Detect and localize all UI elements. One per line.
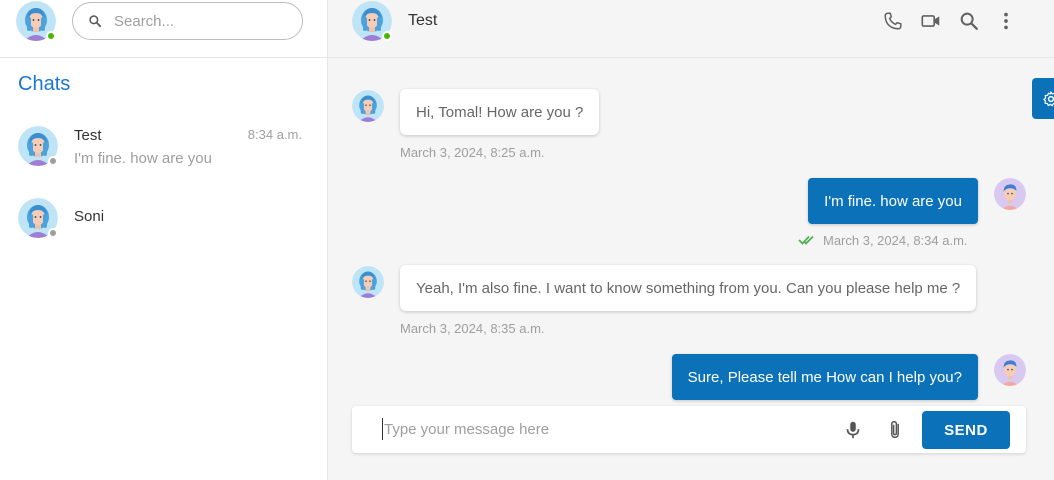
paperclip-icon	[891, 421, 899, 439]
offline-status-dot	[48, 228, 58, 238]
message-text: Yeah, I'm also fine. I want to know some…	[416, 279, 961, 297]
my-avatar	[994, 354, 1026, 386]
online-status-dot	[46, 31, 56, 41]
send-button[interactable]: SEND	[922, 411, 1010, 449]
avatar-image	[352, 266, 384, 298]
microphone-icon	[846, 421, 860, 439]
chat-contact-name: Test	[74, 127, 102, 144]
chat-sidebar: Chats Test I'm fine. how are you 8:34 a.…	[0, 0, 328, 480]
avatar-image	[352, 90, 384, 122]
double-check-read-icon	[798, 235, 814, 245]
search-icon	[89, 15, 102, 28]
video-call-button[interactable]	[919, 9, 943, 33]
chat-list-item-test[interactable]: Test I'm fine. how are you 8:34 a.m.	[0, 120, 327, 180]
online-status-dot	[382, 31, 392, 41]
message-bubble-outgoing: I'm fine. how are you	[808, 178, 978, 224]
contact-avatar	[18, 126, 58, 166]
chat-timestamp: 8:34 a.m.	[247, 127, 302, 142]
search-input[interactable]	[114, 12, 284, 30]
offline-status-dot	[48, 156, 58, 166]
contact-avatar	[18, 198, 58, 238]
contact-avatar[interactable]	[352, 1, 392, 41]
message-bubble-incoming: Hi, Tomal! How are you ?	[400, 89, 600, 135]
attach-file-button[interactable]	[884, 419, 906, 441]
chat-panel: Test Hi, Tomal! How are you ? March 3, 2…	[328, 0, 1054, 480]
sender-avatar	[352, 90, 384, 122]
chat-list-item-soni[interactable]: Soni	[0, 192, 327, 252]
chats-heading: Chats	[18, 73, 71, 95]
contact-name: Test	[408, 12, 438, 29]
more-vert-icon	[1004, 12, 1008, 30]
message-bubble-outgoing: Sure, Please tell me How can I help you?	[671, 354, 978, 400]
voice-call-button[interactable]	[881, 9, 905, 33]
chat-header: Test	[328, 0, 1054, 58]
gear-icon	[1043, 90, 1054, 106]
more-options-button[interactable]	[994, 9, 1018, 33]
video-icon	[921, 15, 940, 27]
message-timestamp: March 3, 2024, 8:34 a.m.	[823, 233, 968, 248]
message-composer: SEND	[352, 406, 1026, 453]
user-avatar[interactable]	[16, 1, 56, 41]
chat-last-message: I'm fine. how are you	[74, 150, 212, 167]
message-text: I'm fine. how are you	[824, 192, 962, 210]
search-messages-button[interactable]	[957, 9, 981, 33]
message-timestamp: March 3, 2024, 8:35 a.m.	[400, 321, 545, 336]
message-bubble-incoming: Yeah, I'm also fine. I want to know some…	[400, 265, 977, 311]
sender-avatar	[352, 266, 384, 298]
voice-record-button[interactable]	[842, 419, 864, 441]
message-text: Hi, Tomal! How are you ?	[416, 103, 584, 121]
message-text: Sure, Please tell me How can I help you?	[687, 368, 962, 386]
search-box[interactable]	[72, 2, 303, 40]
my-avatar	[994, 178, 1026, 210]
sidebar-header	[0, 0, 327, 58]
avatar-image	[994, 354, 1026, 386]
avatar-image	[994, 178, 1026, 210]
message-input[interactable]	[382, 418, 822, 440]
message-timestamp: March 3, 2024, 8:25 a.m.	[400, 145, 545, 160]
phone-icon	[884, 12, 902, 30]
search-icon	[960, 12, 978, 30]
chat-contact-name: Soni	[74, 208, 105, 225]
settings-drawer-button[interactable]	[1032, 78, 1054, 119]
